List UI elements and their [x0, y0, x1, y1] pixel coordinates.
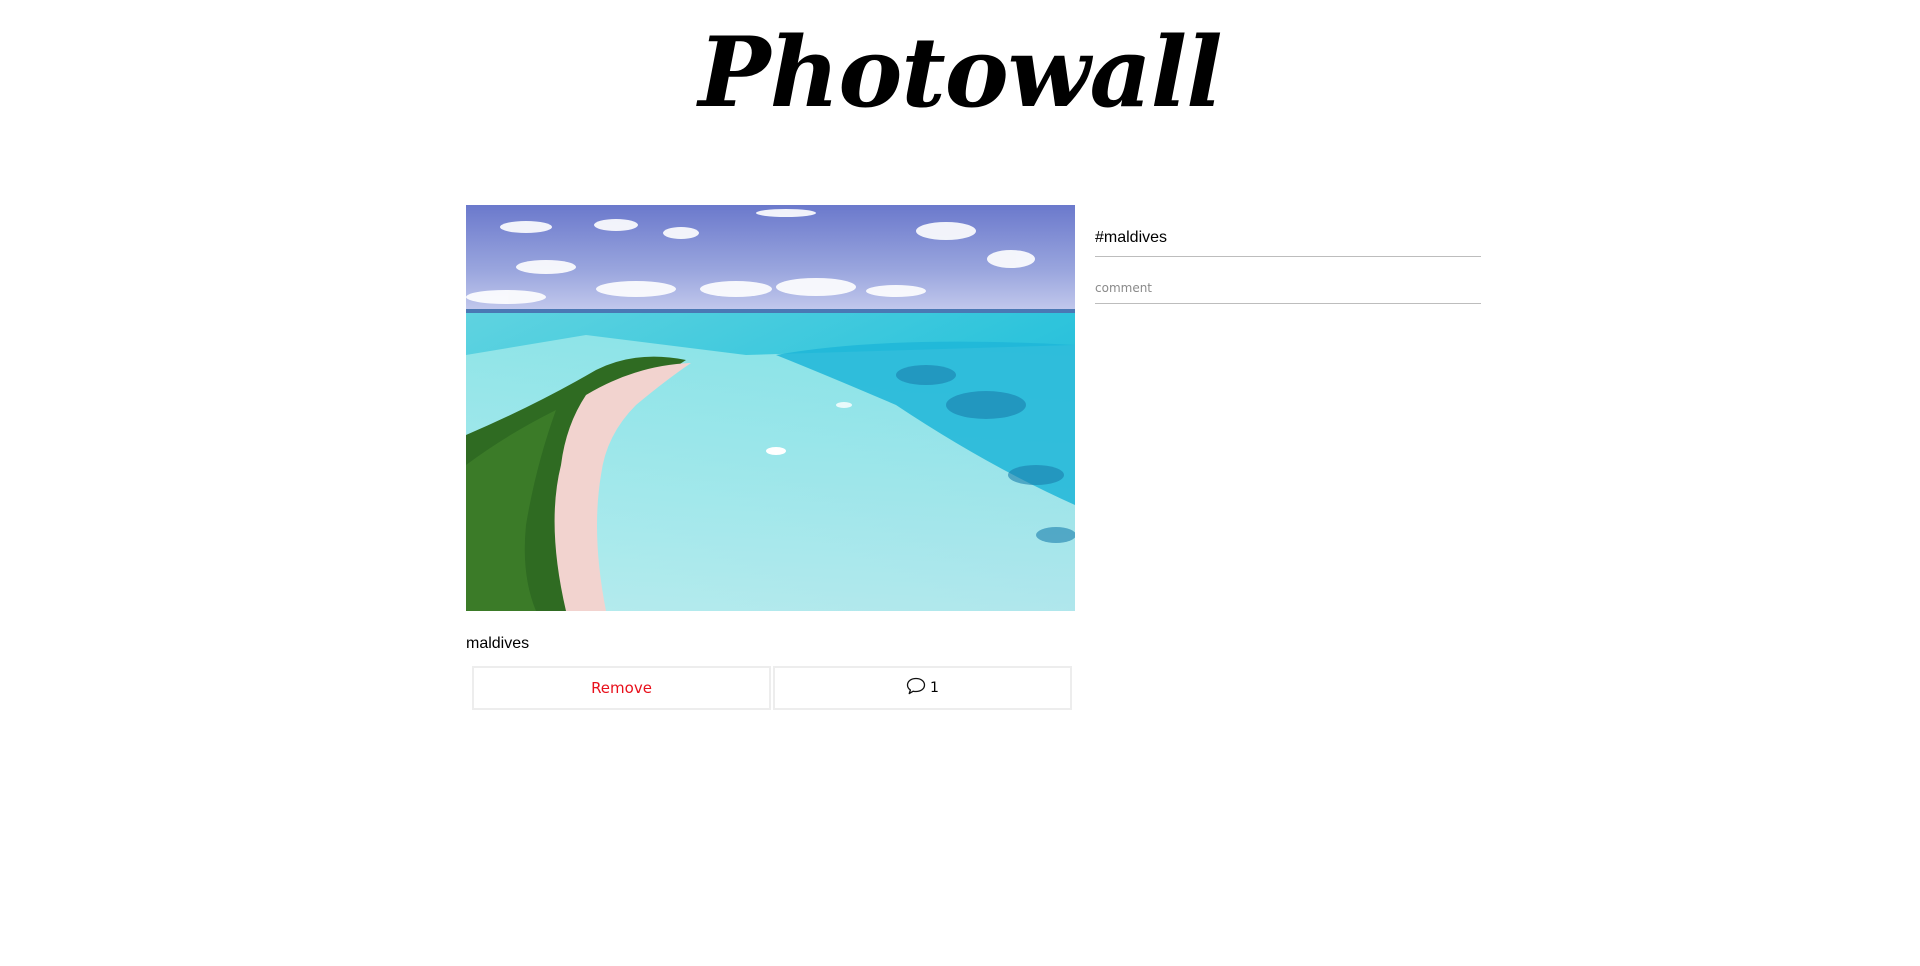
post-caption: maldives [466, 635, 530, 652]
comment-panel: #maldives [1095, 222, 1481, 304]
app-title: Photowall [698, 16, 1222, 129]
remove-button-label: Remove [591, 679, 652, 697]
comment-form [1095, 275, 1481, 304]
post-hashtag: #maldives [1095, 222, 1481, 257]
speech-bubble-icon [906, 677, 926, 699]
post-actions: Remove 1 [472, 666, 1072, 710]
post-photo [466, 205, 1075, 611]
comment-count: 1 [930, 680, 939, 696]
photo-post: maldives Remove 1 [466, 205, 1075, 710]
comments-button[interactable]: 1 [773, 666, 1072, 710]
remove-button[interactable]: Remove [472, 666, 771, 710]
comment-input[interactable] [1095, 275, 1481, 304]
